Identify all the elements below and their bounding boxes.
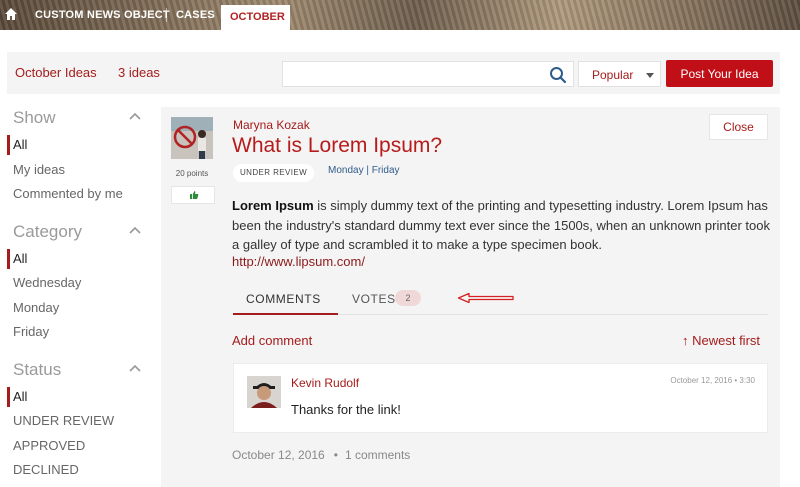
- avatar[interactable]: [247, 376, 281, 408]
- idea-detail-card: 20 points Maryna Kozak What is Lorem Ips…: [161, 107, 780, 487]
- status-badge: UNDER REVIEW: [233, 164, 315, 182]
- chevron-up-icon[interactable]: [129, 364, 141, 372]
- active-indicator: [7, 249, 10, 269]
- nav-tab-october-label: OCTOBER: [230, 11, 285, 23]
- idea-author[interactable]: Maryna Kozak: [233, 118, 310, 132]
- avatar[interactable]: [171, 117, 213, 159]
- active-indicator: [7, 135, 10, 155]
- filter-commented-by-me[interactable]: Commented by me: [13, 186, 123, 201]
- filter-status-declined[interactable]: DECLINED: [13, 462, 79, 477]
- filter-category-wednesday[interactable]: Wednesday: [13, 275, 81, 290]
- idea-title: What is Lorem Ipsum?: [232, 134, 443, 157]
- filter-sidebar: Show All My ideas Commented by me Catego…: [7, 98, 157, 487]
- status-section-title[interactable]: Status: [13, 360, 61, 380]
- idea-date: October 12, 2016: [232, 448, 325, 462]
- comment-item: Kevin Rudolf October 12, 2016 • 3:30 Tha…: [233, 363, 768, 433]
- comment-text: Thanks for the link!: [291, 402, 401, 417]
- tab-comments[interactable]: COMMENTS: [246, 292, 321, 306]
- nav-item-custom-news-object[interactable]: CUSTOM NEWS OBJECT: [35, 9, 170, 21]
- chevron-up-icon[interactable]: [129, 112, 141, 120]
- add-comment-link[interactable]: Add comment: [232, 333, 312, 348]
- search-input[interactable]: [282, 61, 574, 87]
- filter-category-monday[interactable]: Monday: [13, 300, 59, 315]
- idea-description-bold: Lorem Ipsum: [232, 198, 314, 213]
- ideas-header: October Ideas 3 ideas Popular Post Your …: [7, 52, 780, 94]
- comment-count[interactable]: 1 comments: [345, 448, 410, 462]
- idea-categories: Monday | Friday: [328, 165, 400, 176]
- active-tab-underline: [233, 313, 338, 315]
- comment-timestamp: October 12, 2016 • 3:30: [670, 376, 755, 385]
- thumbs-up-icon: [190, 191, 199, 199]
- sort-newest-first[interactable]: ↑ Newest first: [682, 333, 760, 348]
- filter-show-all[interactable]: All: [13, 137, 27, 152]
- idea-description: Lorem Ipsum is simply dummy text of the …: [232, 196, 777, 255]
- chevron-up-icon[interactable]: [129, 226, 141, 234]
- filter-status-under-review[interactable]: UNDER REVIEW: [13, 413, 114, 428]
- home-icon[interactable]: [4, 7, 18, 21]
- idea-footer-meta: October 12, 2016 • 1 comments: [232, 448, 410, 462]
- active-indicator: [7, 387, 10, 407]
- filter-my-ideas[interactable]: My ideas: [13, 162, 65, 177]
- points-count: 20 points: [175, 169, 209, 178]
- search-icon[interactable]: [549, 66, 567, 84]
- category-section-title[interactable]: Category: [13, 222, 82, 242]
- votes-count-badge: 2: [395, 290, 421, 306]
- post-idea-button[interactable]: Post Your Idea: [666, 60, 773, 87]
- show-section-title[interactable]: Show: [13, 108, 56, 128]
- chevron-down-icon: [646, 73, 654, 78]
- separator-dot: •: [333, 448, 338, 462]
- filter-status-approved[interactable]: APPROVED: [13, 438, 85, 453]
- top-navigation: CUSTOM NEWS OBJECT CASES OCTOBER: [0, 0, 800, 30]
- avatar-image: [171, 117, 213, 159]
- nav-tab-october[interactable]: OCTOBER: [221, 5, 290, 30]
- idea-description-text: is simply dummy text of the printing and…: [232, 198, 770, 252]
- idea-count: 3 ideas: [118, 65, 160, 80]
- arrow-annotation-icon: [457, 292, 514, 304]
- comment-author[interactable]: Kevin Rudolf: [291, 376, 359, 390]
- page-title: October Ideas: [15, 65, 97, 80]
- filter-category-all[interactable]: All: [13, 251, 27, 266]
- nav-item-cases[interactable]: CASES: [176, 9, 215, 21]
- filter-status-all[interactable]: All: [13, 389, 27, 404]
- sort-dropdown-label: Popular: [592, 68, 634, 82]
- filter-category-friday[interactable]: Friday: [13, 324, 49, 339]
- vote-button[interactable]: [171, 186, 215, 204]
- commenter-avatar-image: [247, 376, 281, 408]
- nav-divider: [166, 8, 167, 22]
- sort-dropdown[interactable]: Popular: [578, 61, 661, 87]
- idea-link[interactable]: http://www.lipsum.com/: [232, 254, 365, 269]
- tab-votes[interactable]: VOTES: [352, 292, 396, 306]
- close-button[interactable]: Close: [709, 114, 768, 140]
